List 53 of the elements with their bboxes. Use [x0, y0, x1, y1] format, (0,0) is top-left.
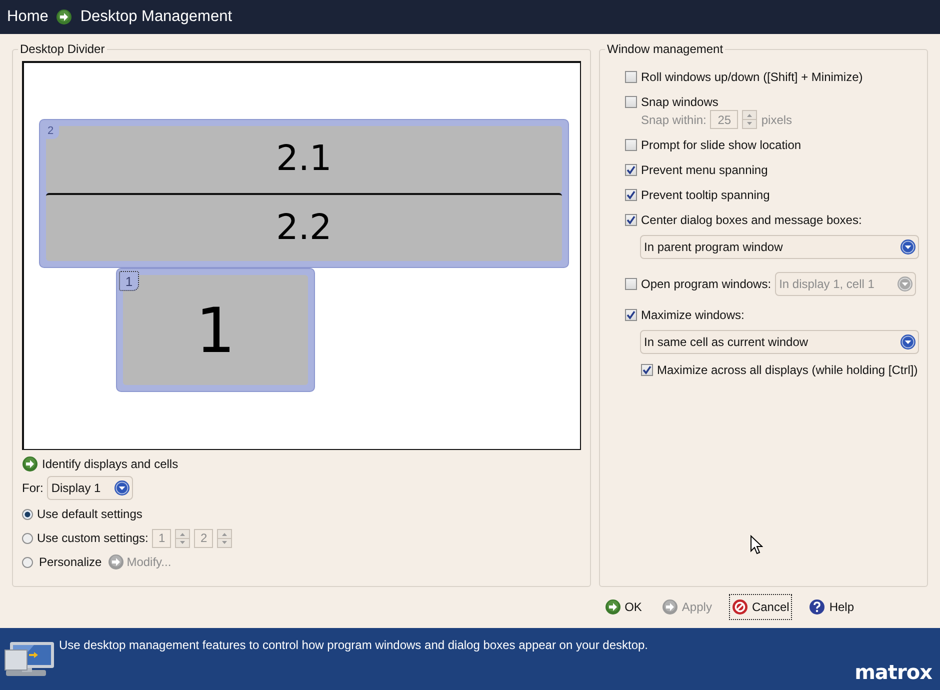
radio-button[interactable]: [22, 508, 33, 520]
checkbox-label: Maximize across all displays (while holding [Ctrl]): [657, 363, 918, 377]
checkbox-label: Open program windows:: [641, 277, 772, 291]
dropdown[interactable]: Display 1: [47, 476, 134, 500]
footer-message: Use desktop management features to control how program windows and dialog boxes appear on your desktop.: [59, 638, 648, 652]
checkbox-label: Center dialog boxes and message boxes:: [641, 212, 862, 226]
spinner-arrows[interactable]: [175, 528, 190, 548]
checkbox[interactable]: [625, 164, 637, 176]
dropdown-arrow-icon: [900, 334, 916, 350]
ok-button[interactable]: OK: [602, 594, 645, 620]
radio-label: Personalize: [39, 555, 102, 569]
dropdown-arrow-icon: [900, 239, 916, 255]
display-number: 1: [119, 271, 139, 291]
radio-label: Use default settings: [37, 507, 142, 521]
spinner-arrows[interactable]: [217, 528, 232, 548]
brand-logo: matrox: [854, 660, 932, 684]
help-icon: [809, 599, 826, 615]
display-frame[interactable]: 1 1: [116, 268, 315, 392]
unit-label: pixels: [761, 112, 792, 126]
identify-link[interactable]: Identify displays and cells: [42, 457, 178, 471]
dropdown-arrow-icon: [114, 480, 130, 496]
spinner-arrows[interactable]: [742, 110, 758, 129]
checkbox[interactable]: [641, 364, 653, 376]
display-cell[interactable]: 2.2: [46, 192, 562, 261]
radio-button[interactable]: [22, 532, 33, 544]
help-button[interactable]: Help: [806, 594, 857, 620]
breadcrumb-link[interactable]: Home: [7, 8, 48, 26]
checkbox-label: Snap windows: [641, 94, 718, 108]
checkbox-label: Prevent tooltip spanning: [641, 188, 770, 202]
field-label: For:: [22, 481, 44, 495]
checkbox-label: Roll windows up/down ([Shift] + Minimize): [641, 70, 863, 84]
checkbox-label: Prevent menu spanning: [641, 162, 768, 176]
dropdown-arrow-icon: [897, 276, 914, 292]
dropdown[interactable]: In parent program window: [640, 235, 919, 259]
cancel-icon: [732, 599, 748, 615]
checkbox[interactable]: [625, 214, 637, 226]
dropdown[interactable]: In same cell as current window: [640, 330, 919, 354]
checkbox[interactable]: [625, 70, 637, 82]
display-frame[interactable]: 2.1 2.2 2: [39, 119, 569, 268]
section-title: Desktop Divider: [19, 42, 106, 56]
checkbox[interactable]: [625, 188, 637, 200]
checkbox[interactable]: [625, 308, 637, 320]
radio-button[interactable]: [22, 556, 33, 568]
checkbox[interactable]: [625, 96, 637, 108]
field-label: Snap within:: [641, 112, 706, 126]
checkbox[interactable]: [625, 138, 637, 150]
mouse-pointer-icon: [750, 535, 763, 555]
checkbox-label: Maximize windows:: [641, 308, 744, 322]
section-title: Window management: [606, 42, 724, 56]
radio-label: Use custom settings:: [37, 531, 148, 545]
page-title: Desktop Management: [80, 8, 232, 26]
cancel-button[interactable]: Cancel: [728, 594, 792, 620]
checkbox-label: Prompt for slide show location: [641, 138, 802, 152]
